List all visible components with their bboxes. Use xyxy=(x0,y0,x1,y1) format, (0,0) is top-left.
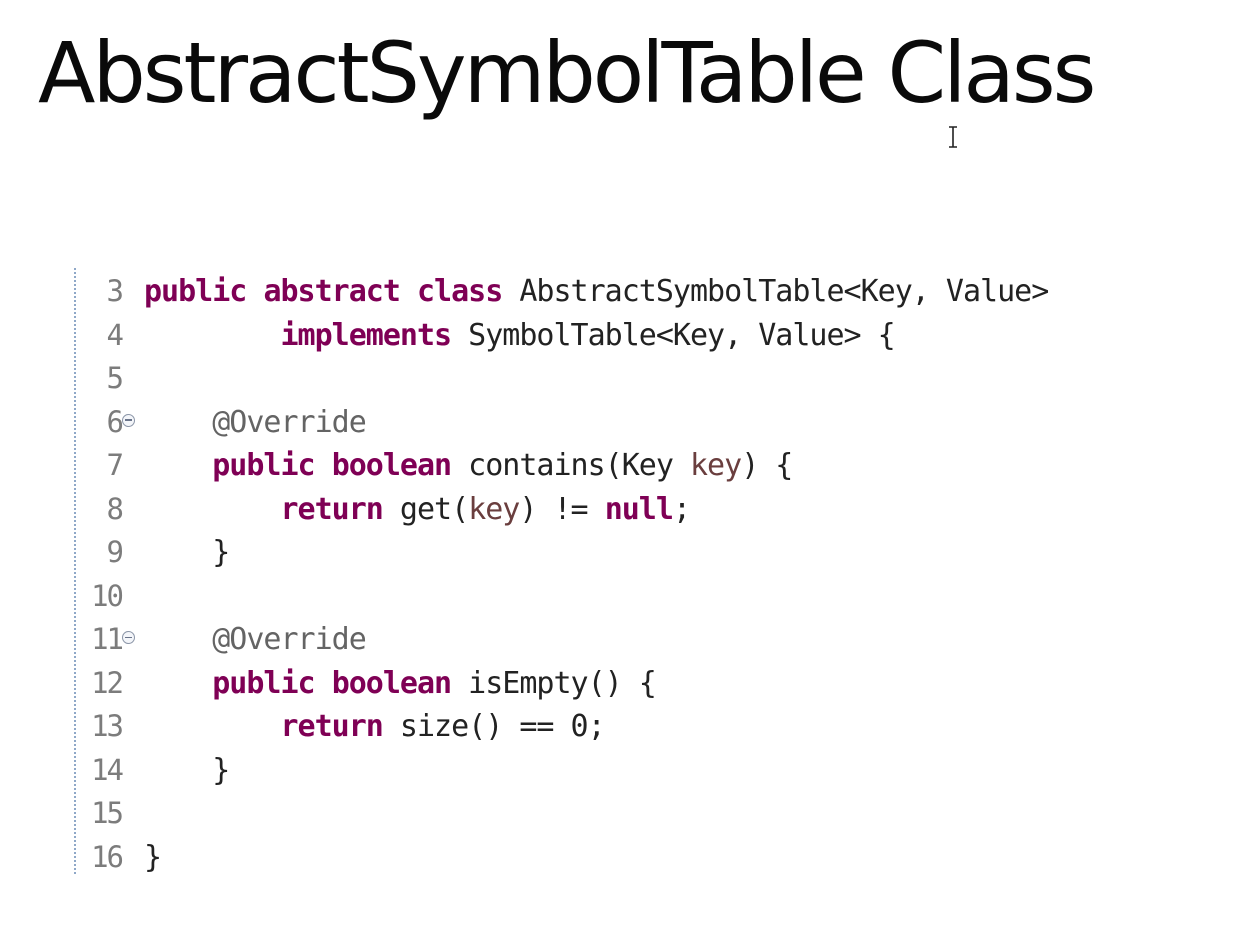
code-text: @Override xyxy=(144,401,367,445)
keyword-token: public xyxy=(144,274,247,309)
code-token: contains(Key xyxy=(451,448,690,483)
keyword-token: abstract xyxy=(263,274,400,309)
code-text: implements SymbolTable<Key, Value> { xyxy=(144,314,896,358)
code-token: ; xyxy=(672,491,691,527)
line-number: 5 xyxy=(106,361,124,395)
line-number: 11 xyxy=(91,622,124,656)
parameter-token: key xyxy=(468,491,520,527)
code-token: size() == 0; xyxy=(382,709,606,744)
code-token: ) != xyxy=(519,491,605,527)
line-number: 9 xyxy=(106,535,124,569)
annotation-token: @Override xyxy=(212,404,367,440)
code-token: SymbolTable<Key, Value> { xyxy=(451,317,896,353)
line-number: 14 xyxy=(91,752,124,787)
line-number: 10 xyxy=(91,578,124,613)
code-text: public boolean isEmpty() { xyxy=(144,662,657,706)
line-number: 13 xyxy=(91,709,124,743)
code-token: } xyxy=(144,839,162,875)
code-text: public abstract class AbstractSymbolTabl… xyxy=(144,270,1049,314)
code-token: isEmpty() { xyxy=(451,665,657,701)
code-editor[interactable]: 3 public abstract class AbstractSymbolTab… xyxy=(74,268,1196,875)
annotation-token: @Override xyxy=(212,622,367,657)
text-cursor-icon xyxy=(949,126,957,148)
line-number: 12 xyxy=(91,665,124,700)
line-number: 6 xyxy=(106,404,124,439)
keyword-token: public xyxy=(212,448,315,483)
keyword-token: public xyxy=(212,665,315,701)
keyword-token: boolean xyxy=(331,665,452,701)
keyword-token: class xyxy=(417,274,503,309)
parameter-token: key xyxy=(690,448,742,483)
line-number: 3 xyxy=(106,274,124,308)
code-text: } xyxy=(144,531,230,575)
line-number: 4 xyxy=(106,317,124,352)
fold-collapse-icon[interactable] xyxy=(122,631,135,644)
code-token: AbstractSymbolTable<Key, Value> xyxy=(502,274,1049,309)
keyword-token: boolean xyxy=(331,448,452,483)
code-token: } xyxy=(144,752,230,788)
code-text: } xyxy=(144,749,230,793)
slide-title: AbstractSymbolTable Class xyxy=(38,24,1096,122)
keyword-token: implements xyxy=(280,317,453,353)
keyword-token: return xyxy=(280,491,384,527)
keyword-token: null xyxy=(604,491,674,527)
line-number: 16 xyxy=(91,839,124,874)
code-text: return get(key) != null; xyxy=(144,488,692,532)
keyword-token: return xyxy=(280,709,384,744)
code-text: return size() == 0; xyxy=(144,705,606,749)
line-number: 15 xyxy=(91,796,124,830)
line-number: 7 xyxy=(106,448,124,482)
code-token: } xyxy=(144,535,230,570)
line-number: 8 xyxy=(106,491,124,526)
code-text: @Override xyxy=(144,618,367,662)
code-token: ) { xyxy=(741,448,793,483)
code-text: } xyxy=(144,836,162,880)
fold-collapse-icon[interactable] xyxy=(122,413,135,427)
code-text: public boolean contains(Key key) { xyxy=(144,444,793,488)
code-token: get( xyxy=(382,491,469,527)
